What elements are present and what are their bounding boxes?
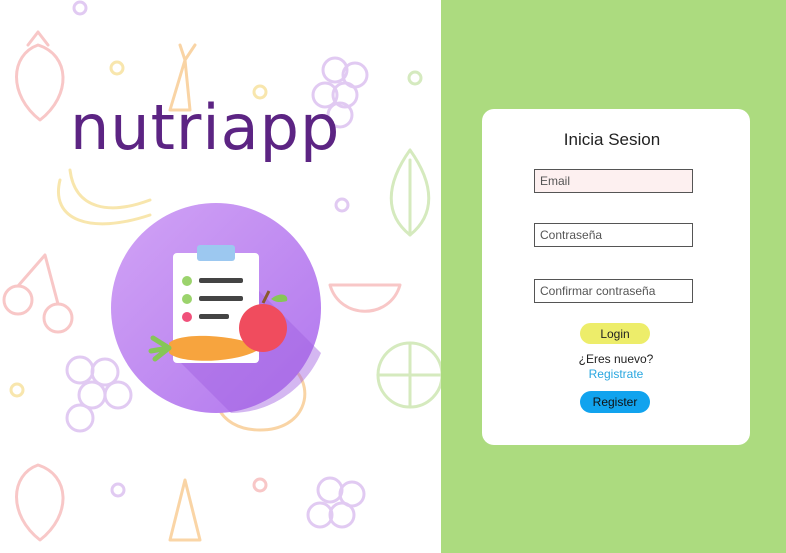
login-title: Inicia Sesion [563, 130, 661, 149]
brand-logo-text: nutriapp [70, 91, 341, 164]
password-field[interactable] [534, 223, 693, 247]
login-button[interactable]: Login [580, 323, 650, 344]
new-user-question: ¿Eres nuevo? [578, 352, 654, 366]
confirm-password-field[interactable] [534, 279, 693, 303]
register-link[interactable]: Registrate [482, 367, 750, 381]
email-field[interactable] [534, 169, 693, 193]
clipboard-icon [111, 203, 321, 413]
register-button[interactable]: Register [580, 391, 650, 413]
hero-panel: nutriapp [0, 0, 441, 553]
